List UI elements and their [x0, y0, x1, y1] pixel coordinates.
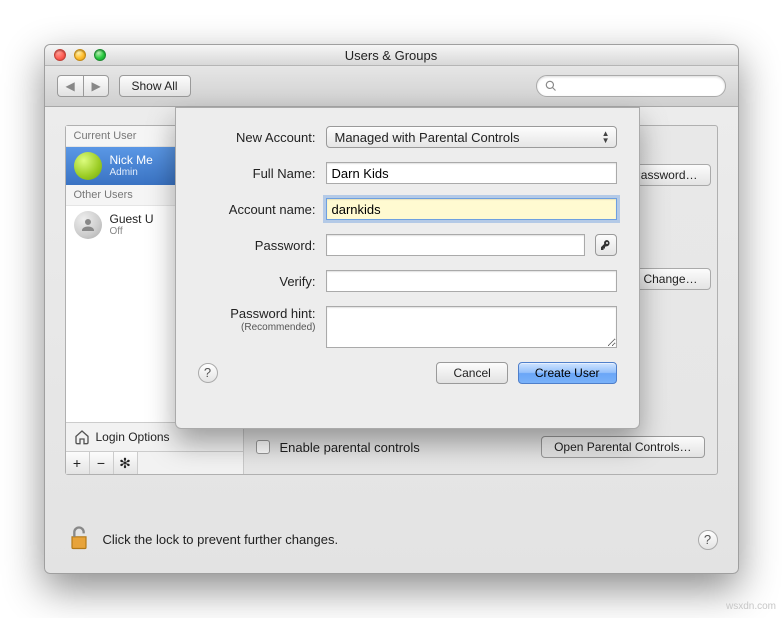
search-input[interactable] [562, 79, 717, 93]
titlebar: Users & Groups [45, 45, 738, 66]
enable-parental-label: Enable parental controls [280, 440, 420, 455]
avatar [74, 152, 102, 180]
full-name-field[interactable] [326, 162, 617, 184]
verify-field[interactable] [326, 270, 617, 292]
change-button[interactable]: Change… [630, 268, 710, 290]
account-name-label: Account name: [198, 202, 316, 217]
password-hint-field[interactable] [326, 306, 617, 348]
search-field[interactable] [536, 75, 726, 97]
password-assistant-button[interactable] [595, 234, 617, 256]
password-label: Password: [198, 238, 316, 253]
traffic-lights [54, 49, 106, 61]
home-icon [74, 429, 90, 445]
sidebar-item-role: Off [110, 226, 154, 238]
minimize-window-button[interactable] [74, 49, 86, 61]
password-field[interactable] [326, 234, 585, 256]
sidebar-item-role: Admin [110, 167, 153, 179]
toolbar: ◀ ▶ Show All [45, 66, 738, 107]
new-account-type-select[interactable]: Managed with Parental Controls ▲▼ [326, 126, 617, 148]
help-button[interactable]: ? [698, 530, 718, 550]
lock-row: Click the lock to prevent further change… [65, 524, 718, 555]
sidebar-item-name: Guest U [110, 212, 154, 226]
account-name-field[interactable] [326, 198, 617, 220]
sidebar-item-name: Nick Me [110, 153, 153, 167]
close-window-button[interactable] [54, 49, 66, 61]
window-title: Users & Groups [345, 48, 437, 63]
chevron-updown-icon: ▲▼ [602, 130, 610, 144]
avatar [74, 211, 102, 239]
lock-icon[interactable] [65, 524, 93, 555]
key-icon [600, 239, 612, 251]
add-user-button[interactable]: + [66, 452, 90, 474]
remove-user-button[interactable]: − [90, 452, 114, 474]
password-hint-recommended: (Recommended) [198, 322, 316, 334]
new-account-label: New Account: [198, 130, 316, 145]
enable-parental-checkbox[interactable] [256, 440, 270, 454]
show-all-button[interactable]: Show All [119, 75, 191, 97]
lock-text: Click the lock to prevent further change… [103, 532, 339, 547]
preferences-window: Users & Groups ◀ ▶ Show All Current User… [44, 44, 739, 574]
watermark: wsxdn.com [726, 601, 776, 612]
zoom-window-button[interactable] [94, 49, 106, 61]
verify-label: Verify: [198, 274, 316, 289]
sheet-help-button[interactable]: ? [198, 363, 218, 383]
back-button[interactable]: ◀ [57, 75, 83, 97]
create-user-button[interactable]: Create User [518, 362, 617, 384]
silhouette-icon [79, 216, 97, 234]
add-remove-controls: + − ✻ [66, 451, 243, 474]
cancel-button[interactable]: Cancel [436, 362, 507, 384]
new-account-sheet: New Account: Managed with Parental Contr… [175, 107, 640, 429]
user-actions-button[interactable]: ✻ [114, 452, 138, 474]
password-hint-label: Password hint: [198, 306, 316, 322]
forward-button[interactable]: ▶ [83, 75, 109, 97]
sidebar-footer: Login Options + − ✻ [66, 422, 243, 474]
search-icon [545, 80, 557, 92]
full-name-label: Full Name: [198, 166, 316, 181]
open-parental-controls-button[interactable]: Open Parental Controls… [541, 436, 704, 458]
